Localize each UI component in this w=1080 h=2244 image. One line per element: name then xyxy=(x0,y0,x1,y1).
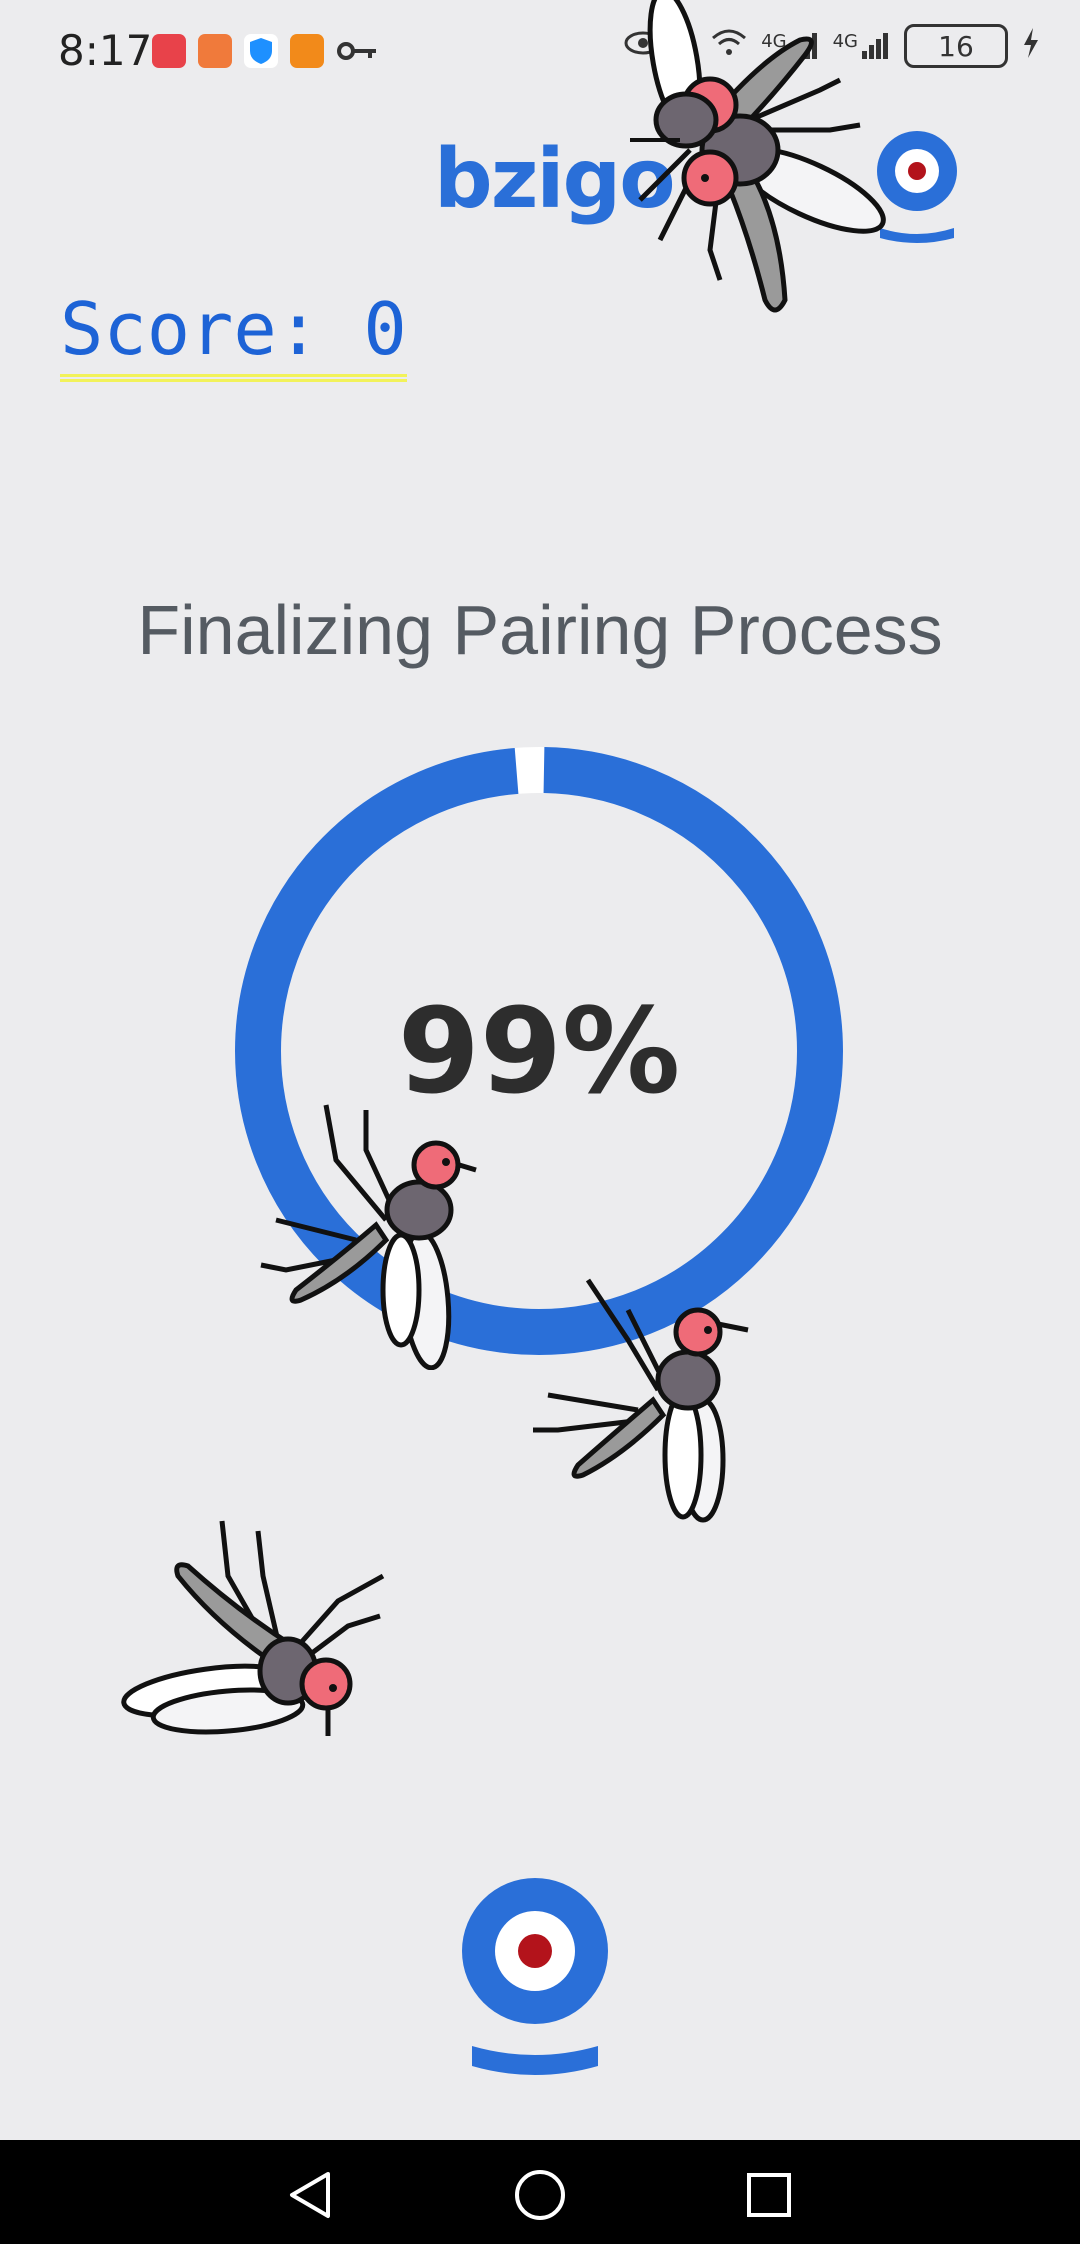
score-label: Score: 0 xyxy=(60,284,407,382)
home-icon[interactable] xyxy=(513,2168,567,2226)
orange-app-icon xyxy=(290,34,324,68)
mosquito-sprite[interactable] xyxy=(528,1270,758,1540)
mosquito-sprite[interactable] xyxy=(256,1100,506,1370)
recents-icon[interactable] xyxy=(742,2168,796,2226)
camera-eye-logo-bottom-icon xyxy=(460,1876,610,2085)
back-icon[interactable] xyxy=(284,2168,338,2226)
shield-icon xyxy=(244,34,278,68)
key-icon xyxy=(336,34,376,68)
mosquito-sprite[interactable] xyxy=(118,1516,398,1746)
taobao-icon xyxy=(198,34,232,68)
page-title: Finalizing Pairing Process xyxy=(137,591,943,669)
clock: 8:17 xyxy=(58,26,153,75)
charging-icon xyxy=(1022,27,1040,66)
navigation-bar xyxy=(0,2140,1080,2244)
huawei-app-icon xyxy=(152,34,186,68)
mosquito-sprite[interactable] xyxy=(600,0,920,350)
